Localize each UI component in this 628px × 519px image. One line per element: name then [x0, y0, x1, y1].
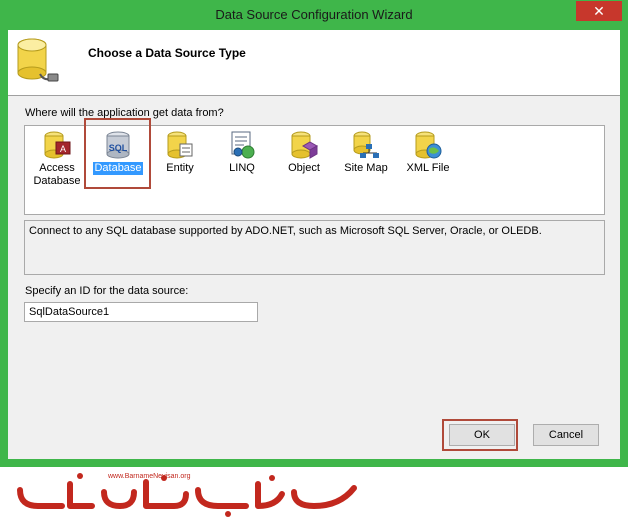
wizard-window: Data Source Configuration Wizard ✕ Choos…: [0, 0, 628, 467]
title-bar[interactable]: Data Source Configuration Wizard ✕: [0, 0, 628, 30]
type-label: Object: [288, 162, 320, 174]
type-label: Access: [39, 162, 75, 174]
access-database-icon: A: [44, 131, 71, 159]
type-label: XML File: [406, 162, 450, 174]
type-label: Entity: [166, 162, 194, 174]
entity-icon: [167, 131, 193, 159]
window-title: Data Source Configuration Wizard: [215, 7, 413, 22]
close-button[interactable]: ✕: [576, 1, 622, 21]
id-label: Specify an ID for the data source:: [25, 285, 189, 297]
type-linq[interactable]: LINQ: [213, 130, 271, 190]
site-map-icon: [353, 131, 379, 158]
svg-text:A: A: [60, 144, 66, 154]
type-label: LINQ: [229, 162, 255, 174]
database-plug-icon: [17, 38, 59, 82]
type-description: Connect to any SQL database supported by…: [24, 220, 605, 275]
type-label: Site Map: [344, 162, 388, 174]
data-source-id-input[interactable]: [24, 302, 258, 322]
type-access-database[interactable]: A Access Database: [28, 130, 86, 190]
type-site-map[interactable]: Site Map: [337, 130, 395, 190]
object-icon: [291, 131, 319, 159]
dialog-client: Choose a Data Source Type Where will the…: [8, 30, 620, 459]
cancel-button[interactable]: Cancel: [533, 424, 599, 446]
page-title: Choose a Data Source Type: [88, 46, 246, 60]
selection-highlight: [84, 118, 151, 189]
watermark-url: www.BarnameNevisan.org: [108, 473, 191, 480]
xml-file-icon: [415, 131, 442, 159]
type-xml-file[interactable]: XML File: [399, 130, 457, 190]
linq-icon: [231, 131, 255, 159]
type-object[interactable]: Object: [275, 130, 333, 190]
type-entity[interactable]: Entity: [151, 130, 209, 190]
ok-highlight: [442, 419, 518, 451]
type-label: Database: [33, 175, 81, 187]
wizard-header: Choose a Data Source Type: [8, 30, 620, 96]
